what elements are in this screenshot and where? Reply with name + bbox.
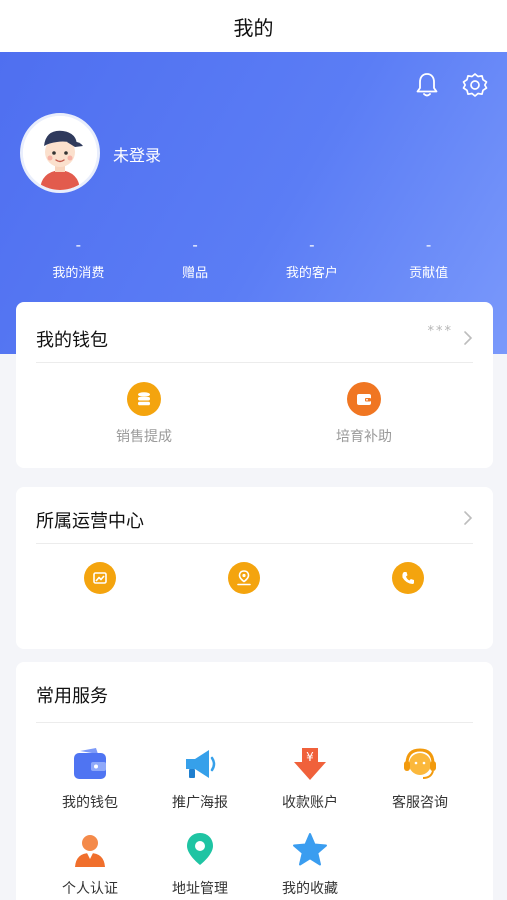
divider xyxy=(36,722,473,723)
divider xyxy=(36,543,473,544)
top-bar: 我的 xyxy=(0,0,507,52)
wallet-card-title: 我的钱包 xyxy=(36,330,108,351)
coins-icon xyxy=(127,382,161,416)
operations-center-card: 所属运营中心 xyxy=(16,487,493,649)
service-customer-support[interactable]: 客服咨询 xyxy=(365,744,475,812)
star-icon xyxy=(290,830,330,870)
picture-icon[interactable] xyxy=(84,562,116,594)
service-label: 推广海报 xyxy=(172,795,228,811)
service-my-wallet[interactable]: 我的钱包 xyxy=(35,744,145,812)
stat-value: - xyxy=(75,236,82,254)
service-label: 个人认证 xyxy=(62,881,118,897)
common-services-card: 常用服务 我的钱包 推广海报 ¥ 收款账户 客服咨询 个人认证 地址管理 我的收… xyxy=(16,662,493,900)
service-label: 我的钱包 xyxy=(62,795,118,811)
stat-customers[interactable]: - 我的客户 xyxy=(254,236,371,281)
service-my-favorites[interactable]: 我的收藏 xyxy=(255,830,365,898)
stats-row: - 我的消费 - 赠品 - 我的客户 - 贡献值 xyxy=(20,236,487,281)
service-label: 我的收藏 xyxy=(282,881,338,897)
stat-value: - xyxy=(425,236,432,254)
service-address-management[interactable]: 地址管理 xyxy=(145,830,255,898)
stat-label: 我的客户 xyxy=(285,266,338,281)
wallet-card: 我的钱包 *** 销售提成 培育补助 xyxy=(16,302,493,468)
megaphone-icon xyxy=(180,744,220,784)
wallet-item-label: 培育补助 xyxy=(336,429,392,445)
services-card-title: 常用服务 xyxy=(36,686,108,707)
service-label: 地址管理 xyxy=(172,881,228,897)
login-status[interactable]: 未登录 xyxy=(113,142,161,166)
bell-icon[interactable] xyxy=(414,72,440,98)
chevron-right-icon[interactable] xyxy=(463,330,473,346)
yuan-arrow-icon: ¥ xyxy=(290,744,330,784)
wallet-item-cultivation-subsidy[interactable]: 培育补助 xyxy=(304,382,424,446)
service-promo-poster[interactable]: 推广海报 xyxy=(145,744,255,812)
location-icon[interactable] xyxy=(228,562,260,594)
wallet-icon xyxy=(70,744,110,784)
stat-value: - xyxy=(309,236,315,254)
stat-label: 我的消费 xyxy=(52,266,105,281)
service-label: 收款账户 xyxy=(282,795,338,811)
phone-icon[interactable] xyxy=(392,562,424,594)
service-label: 客服咨询 xyxy=(392,795,448,811)
wallet-item-label: 销售提成 xyxy=(116,429,172,445)
ops-card-title: 所属运营中心 xyxy=(36,511,144,532)
avatar[interactable] xyxy=(20,113,100,193)
stat-label: 贡献值 xyxy=(409,266,449,281)
stat-contribution[interactable]: - 贡献值 xyxy=(370,236,487,281)
person-icon xyxy=(70,830,110,870)
chevron-right-icon[interactable] xyxy=(463,510,473,526)
wallet-item-sales-commission[interactable]: 销售提成 xyxy=(84,382,204,446)
location-pin-icon xyxy=(180,830,220,870)
headset-icon xyxy=(400,744,440,784)
divider xyxy=(36,362,473,363)
service-personal-verification[interactable]: 个人认证 xyxy=(35,830,145,898)
service-payment-account[interactable]: ¥ 收款账户 xyxy=(255,744,365,812)
page-title: 我的 xyxy=(233,15,274,40)
stat-consumption[interactable]: - 我的消费 xyxy=(20,236,137,281)
wallet-icon xyxy=(347,382,381,416)
stat-gifts[interactable]: - 赠品 xyxy=(137,236,254,281)
stat-label: 赠品 xyxy=(182,266,209,281)
masked-amount: *** xyxy=(427,324,453,339)
stat-value: - xyxy=(192,236,198,254)
gear-icon[interactable] xyxy=(462,72,488,98)
svg-text:¥: ¥ xyxy=(306,750,314,764)
